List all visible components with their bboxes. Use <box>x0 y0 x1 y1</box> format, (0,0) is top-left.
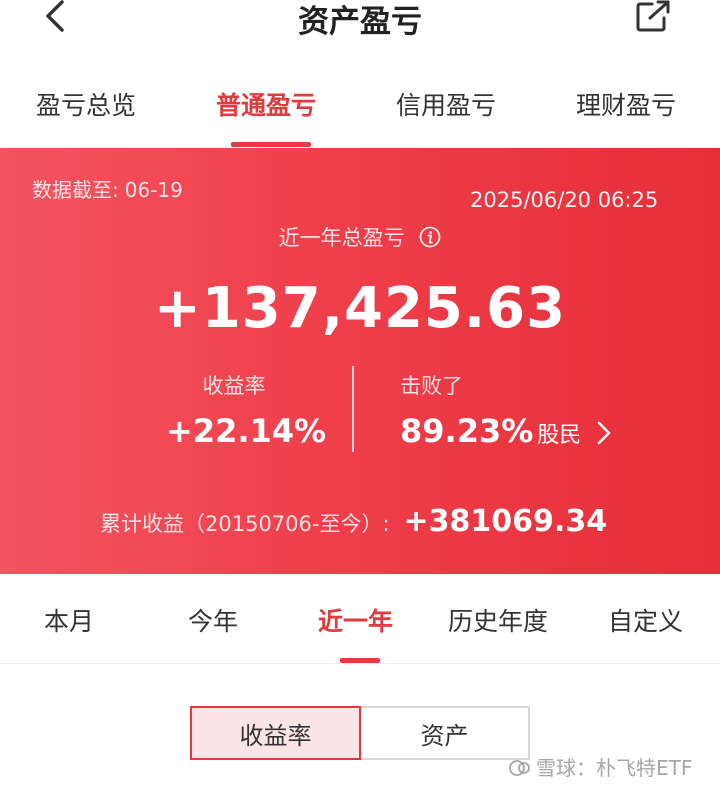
chevron-right-icon[interactable] <box>595 420 613 446</box>
beat-unit: 股民 <box>537 423 582 448</box>
return-rate-block: 收益率 +22.14% <box>166 370 326 450</box>
tab-this-year[interactable]: 今年 <box>188 602 238 638</box>
share-button[interactable] <box>634 0 674 34</box>
pnl-summary-card: 数据截至: 06-19 2025/06/20 06:25 近一年总盈亏 +137,… <box>0 148 720 574</box>
period-tab-bar: 本月 今年 近一年 历史年度 自定义 <box>0 574 720 664</box>
beat-label: 击败了 <box>400 374 463 398</box>
tab-normal-pnl[interactable]: 普通盈亏 <box>216 86 316 122</box>
tab-credit-pnl[interactable]: 信用盈亏 <box>396 86 496 122</box>
beat-value: 89.23% <box>400 412 534 450</box>
as-of-label: 数据截至: <box>32 178 119 202</box>
cumulative-label: 累计收益（20150706-至今）: <box>100 512 390 536</box>
tab-wealth-pnl[interactable]: 理财盈亏 <box>576 86 676 122</box>
update-timestamp: 2025/06/20 06:25 <box>470 188 659 212</box>
info-icon[interactable] <box>419 226 441 248</box>
total-pnl-label-row: 近一年总盈亏 <box>0 222 720 252</box>
snowball-logo-icon <box>509 760 530 776</box>
chart-mode-toggle: 收益率 资产 <box>190 706 530 760</box>
header: 资产盈亏 <box>0 0 720 42</box>
metric-divider <box>352 366 354 452</box>
as-of-value: 06-19 <box>124 178 183 202</box>
tab-overview[interactable]: 盈亏总览 <box>36 86 136 122</box>
beat-value-row: 89.23% 股民 <box>400 412 613 450</box>
total-pnl-label: 近一年总盈亏 <box>278 226 405 250</box>
tab-last-year[interactable]: 近一年 <box>318 602 393 638</box>
tab-this-month[interactable]: 本月 <box>44 602 94 638</box>
tab-custom[interactable]: 自定义 <box>608 602 683 638</box>
cumulative-value: +381069.34 <box>403 504 608 539</box>
data-as-of: 数据截至: 06-19 <box>32 174 183 203</box>
watermark-text: 雪球：朴飞特ETF <box>536 756 693 780</box>
share-icon <box>636 0 670 32</box>
beat-investors-block[interactable]: 击败了 89.23% 股民 <box>400 370 613 450</box>
return-rate-value: +22.14% <box>166 412 327 450</box>
total-pnl-value: +137,425.63 <box>153 276 567 341</box>
active-tab-indicator <box>231 142 311 147</box>
return-rate-label: 收益率 <box>202 374 266 398</box>
page-title: 资产盈亏 <box>298 4 422 40</box>
asset-toggle[interactable]: 资产 <box>361 706 530 760</box>
return-rate-toggle[interactable]: 收益率 <box>190 706 361 760</box>
active-period-indicator <box>340 658 380 663</box>
watermark: 雪球：朴飞特ETF <box>508 752 692 781</box>
cumulative-return-row: 累计收益（20150706-至今）: +381069.34 <box>100 504 607 539</box>
top-tab-bar: 盈亏总览 普通盈亏 信用盈亏 理财盈亏 <box>0 72 720 148</box>
tab-history-years[interactable]: 历史年度 <box>448 602 548 638</box>
